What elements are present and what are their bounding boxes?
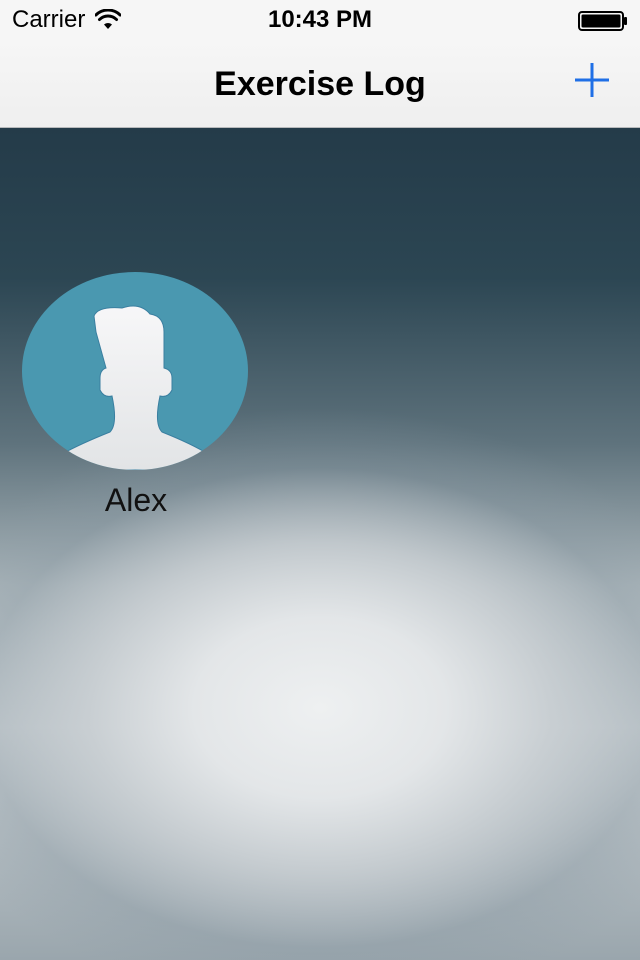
page-title: Exercise Log: [214, 65, 426, 103]
person-silhouette-icon: [61, 305, 209, 470]
users-grid: Alex: [0, 128, 640, 960]
navigation-bar: Exercise Log: [0, 40, 640, 128]
battery-icon: [578, 11, 627, 31]
user-name: Alex: [104, 482, 168, 518]
user-card[interactable]: Alex: [22, 272, 250, 518]
add-user-button[interactable]: [572, 60, 612, 100]
status-bar: Carrier 10:43 PM: [0, 0, 640, 40]
plus-icon: [575, 63, 609, 97]
status-time: 10:43 PM: [267, 6, 373, 33]
avatar: [22, 272, 248, 470]
app-screen: Carrier 10:43 PM Exercise Log Alex: [0, 0, 640, 960]
